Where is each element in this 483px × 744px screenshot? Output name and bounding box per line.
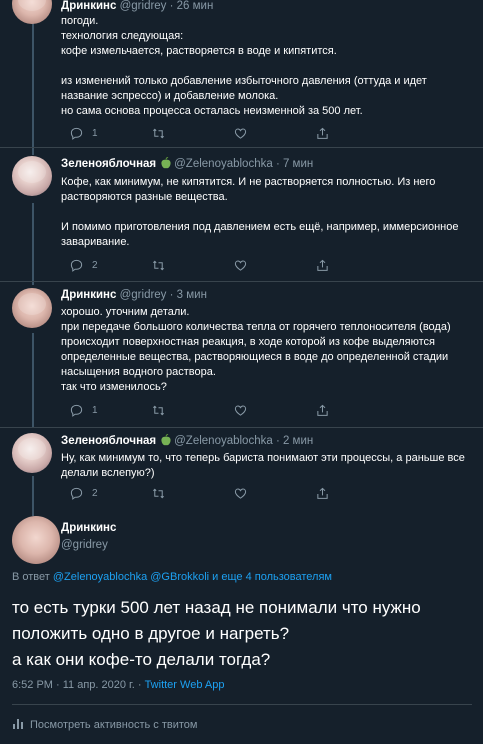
avatar[interactable] <box>12 156 52 196</box>
divider <box>12 704 472 705</box>
author-handle[interactable]: @Zelenoyablochka · 7 мин <box>174 158 313 170</box>
tweet-actions: 1 <box>61 403 441 417</box>
share-icon <box>316 127 329 140</box>
reply-users-link[interactable]: @Zelenoyablochka @GBrokkoli и еще 4 поль… <box>53 571 332 583</box>
author-name[interactable]: Зеленояблочная <box>61 158 156 170</box>
reply-button[interactable]: 2 <box>61 258 98 272</box>
reply-button[interactable]: 1 <box>61 403 98 417</box>
heart-icon <box>234 404 247 417</box>
retweet-icon <box>152 127 165 140</box>
green-apple-icon <box>161 433 171 446</box>
tweet-text: Кофе, как минимум, не кипятится. И не ра… <box>61 176 459 248</box>
reply-count: 2 <box>92 487 98 499</box>
reply-prefix: В ответ <box>12 571 53 583</box>
tweet-actions: 2 <box>61 486 441 500</box>
author-handle[interactable]: @gridrey · 3 мин <box>120 289 207 301</box>
main-author-handle[interactable]: @gridrey <box>61 539 108 551</box>
main-author-name[interactable]: Дринкинс <box>61 522 116 534</box>
reply-icon <box>70 127 83 140</box>
main-tweet-text: то есть турки 500 лет назад не понимали … <box>12 598 421 669</box>
heart-icon <box>234 259 247 272</box>
tweet[interactable]: Дринкинс @gridrey · 3 мин хорошо. уточни… <box>0 282 483 428</box>
tweet-text: погоди. технология следующая: кофе измел… <box>61 15 427 117</box>
share-button[interactable] <box>307 403 329 417</box>
author-name[interactable]: Дринкинс <box>61 0 116 12</box>
bar-chart-icon <box>12 717 30 733</box>
retweet-button[interactable] <box>143 486 165 500</box>
avatar[interactable] <box>12 0 52 24</box>
like-button[interactable] <box>225 258 247 272</box>
like-button[interactable] <box>225 126 247 140</box>
reply-icon <box>70 487 83 500</box>
tweet-text: хорошо. уточним детали. при передаче бол… <box>61 306 451 393</box>
tweet-actions: 2 <box>61 258 441 272</box>
reply-button[interactable]: 2 <box>61 486 98 500</box>
tweet-app-link[interactable]: Twitter Web App <box>145 679 225 691</box>
green-apple-icon <box>161 156 171 169</box>
tweet-text: Ну, как минимум то, что теперь бариста п… <box>61 452 465 479</box>
tweet-time[interactable]: 6:52 PM · 11 апр. 2020 г. · <box>12 679 145 691</box>
retweet-icon <box>152 404 165 417</box>
share-button[interactable] <box>307 258 329 272</box>
retweet-button[interactable] <box>143 403 165 417</box>
tweet[interactable]: Дринкинс @gridrey · 26 мин погоди. техно… <box>0 0 483 148</box>
share-button[interactable] <box>307 126 329 140</box>
share-icon <box>316 404 329 417</box>
tweet-actions: 1 <box>61 126 441 140</box>
avatar[interactable] <box>12 433 52 473</box>
retweet-button[interactable] <box>143 126 165 140</box>
like-button[interactable] <box>225 403 247 417</box>
author-name[interactable]: Дринкинс <box>61 289 116 301</box>
tweet-activity-link[interactable]: Посмотреть активность с твитом <box>12 717 197 733</box>
heart-icon <box>234 487 247 500</box>
reply-button[interactable]: 1 <box>61 126 98 140</box>
heart-icon <box>234 127 247 140</box>
activity-label: Посмотреть активность с твитом <box>30 719 198 731</box>
reply-icon <box>70 259 83 272</box>
main-avatar[interactable] <box>12 516 60 564</box>
reply-to-line: В ответ @Zelenoyablochka @GBrokkoli и ещ… <box>12 571 332 583</box>
tweet[interactable]: Зеленояблочная @Zelenoyablochka · 2 мин Н… <box>0 428 483 508</box>
share-button[interactable] <box>307 486 329 500</box>
reply-count: 1 <box>92 127 98 139</box>
share-icon <box>316 487 329 500</box>
share-icon <box>316 259 329 272</box>
avatar[interactable] <box>12 288 52 328</box>
reply-icon <box>70 404 83 417</box>
retweet-button[interactable] <box>143 258 165 272</box>
author-name[interactable]: Зеленояблочная <box>61 435 156 447</box>
reply-count: 2 <box>92 259 98 271</box>
author-handle[interactable]: @gridrey · 26 мин <box>120 0 214 12</box>
like-button[interactable] <box>225 486 247 500</box>
author-handle[interactable]: @Zelenoyablochka · 2 мин <box>174 435 313 447</box>
reply-count: 1 <box>92 404 98 416</box>
tweet[interactable]: Зеленояблочная @Zelenoyablochka · 7 мин К… <box>0 148 483 282</box>
retweet-icon <box>152 487 165 500</box>
retweet-icon <box>152 259 165 272</box>
tweet-meta: 6:52 PM · 11 апр. 2020 г. · Twitter Web … <box>12 679 224 691</box>
